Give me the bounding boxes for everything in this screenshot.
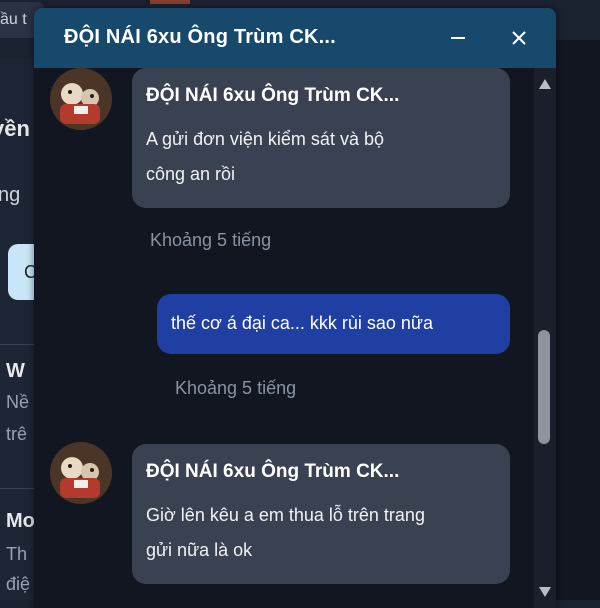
- message-timestamp: Khoảng 5 tiếng: [150, 230, 272, 250]
- background-divider: [0, 344, 36, 345]
- scroll-down-icon[interactable]: [538, 586, 552, 598]
- incoming-message-bubble[interactable]: ĐỘI NÁI 6xu Ông Trùm CK... A gửi đơn việ…: [132, 68, 510, 208]
- close-button[interactable]: [503, 22, 535, 54]
- background-card-title: Mo: [6, 510, 35, 532]
- background-top-right: [555, 0, 600, 40]
- background-card-text: Th: [6, 544, 28, 564]
- avatar[interactable]: [50, 68, 112, 130]
- background-divider: [0, 488, 36, 489]
- message-text: Giờ lên kêu a em thua lỗ trên trang: [146, 505, 425, 525]
- avatar[interactable]: [50, 442, 112, 504]
- scroll-thumb[interactable]: [538, 330, 550, 444]
- incoming-message-bubble[interactable]: ĐỘI NÁI 6xu Ông Trùm CK... Giờ lên kêu a…: [132, 444, 510, 584]
- outgoing-message-bubble[interactable]: thế cơ á đại ca... kkk rùi sao nữa: [157, 294, 510, 354]
- background-card-title: W: [6, 360, 25, 382]
- background-card-text: điệ: [6, 574, 31, 594]
- minimize-icon: [451, 37, 465, 39]
- background-heading: yền: [0, 116, 30, 141]
- background-card-text: Nề: [6, 392, 30, 412]
- chat-window: ĐỘI NÁI 6xu Ông Trùm CK... ĐỘI NÁI 6xu Ô…: [34, 8, 556, 608]
- message-list[interactable]: ĐỘI NÁI 6xu Ông Trùm CK... A gửi đơn việ…: [34, 68, 536, 608]
- chat-scrollbar[interactable]: [534, 68, 556, 608]
- minimize-button[interactable]: [442, 22, 474, 54]
- message-text: gửi nữa là ok: [146, 540, 253, 560]
- chat-title[interactable]: ĐỘI NÁI 6xu Ông Trùm CK...: [64, 26, 336, 49]
- avatar-image-icon: [50, 68, 112, 130]
- chat-header: ĐỘI NÁI 6xu Ông Trùm CK...: [34, 8, 556, 68]
- background-text: ng: [0, 184, 21, 206]
- sender-name: ĐỘI NÁI 6xu Ông Trùm CK...: [146, 85, 400, 106]
- scroll-up-icon[interactable]: [538, 78, 552, 90]
- sender-name: ĐỘI NÁI 6xu Ông Trùm CK...: [146, 461, 400, 482]
- background-left-panel: yền ng W Nề trê Mo Th điệ: [0, 58, 36, 600]
- message-text: A gửi đơn viện kiểm sát và bộ: [146, 129, 384, 149]
- message-text: công an rồi: [146, 164, 236, 184]
- close-icon: [512, 31, 526, 45]
- avatar-image-icon: [50, 442, 112, 504]
- message-timestamp: Khoảng 5 tiếng: [175, 378, 297, 398]
- background-right-edge: [556, 40, 600, 600]
- background-card-text: trê: [6, 424, 28, 444]
- background-accent-mark: [150, 0, 190, 4]
